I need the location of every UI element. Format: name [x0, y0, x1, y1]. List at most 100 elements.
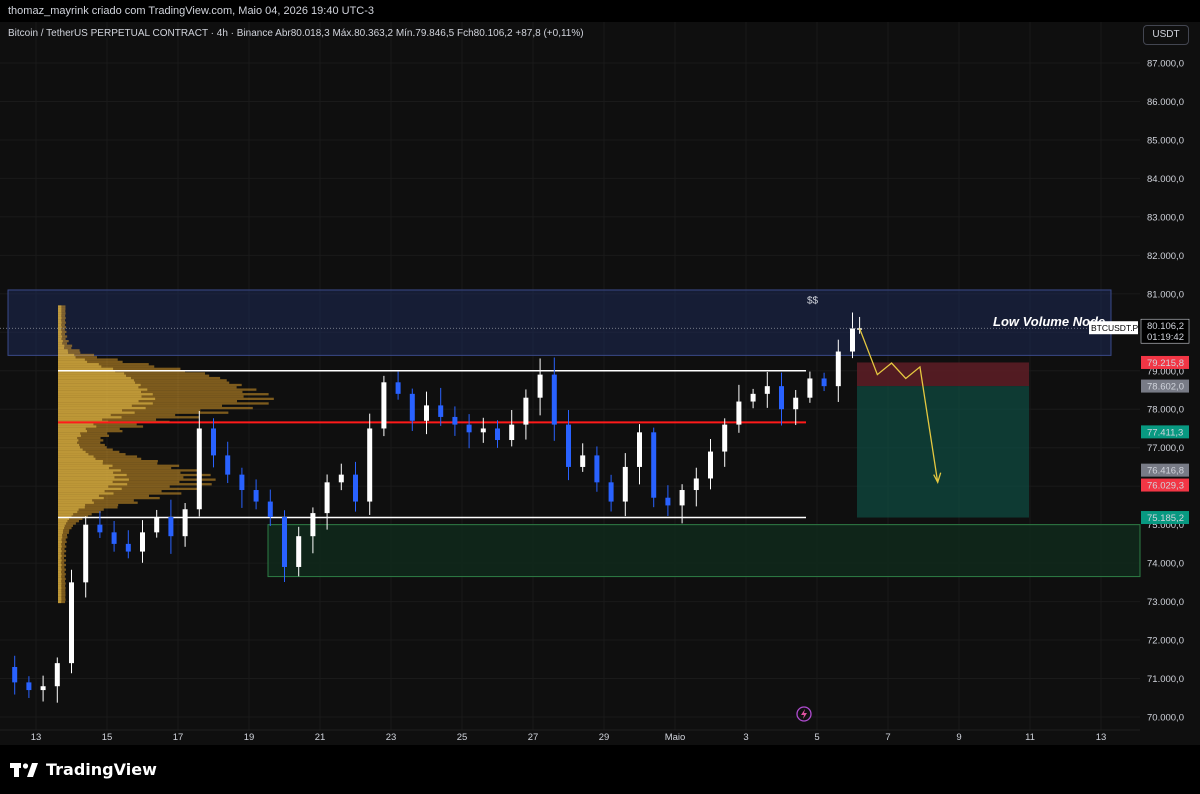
candle-bearish[interactable] [452, 416, 458, 425]
volume-profile-bar-value-area [58, 526, 65, 530]
candle-bullish[interactable] [40, 686, 46, 691]
candle-bearish[interactable] [239, 474, 245, 491]
chart-canvas[interactable]: Low Volume Node $$ 87.000,0 86.000,0 85.000,… [0, 0, 1200, 745]
candle-bullish[interactable] [637, 432, 642, 467]
candle-bearish[interactable] [395, 382, 401, 394]
candle-bearish[interactable] [211, 428, 216, 456]
volume-profile-bar-value-area [58, 351, 69, 354]
candle-bullish[interactable] [69, 582, 74, 664]
candle-bullish[interactable] [381, 382, 387, 429]
candle-bullish[interactable] [835, 351, 841, 387]
volume-profile-bar-value-area [58, 543, 62, 546]
price-tick-label: 84.000,0 [1147, 174, 1184, 185]
volume-profile-bar-value-area [58, 586, 62, 590]
candle-bearish[interactable] [566, 424, 571, 467]
candle-bearish[interactable] [168, 516, 174, 537]
candle-bearish[interactable] [495, 428, 500, 441]
close-label: Fch [457, 28, 474, 39]
candle-bullish[interactable] [367, 428, 373, 502]
candle-bullish[interactable] [296, 536, 302, 567]
countdown-text: 01:19:42 [1147, 332, 1184, 343]
candle-bearish[interactable] [466, 424, 472, 433]
candle-bearish[interactable] [111, 532, 117, 544]
candle-bearish[interactable] [821, 378, 827, 387]
time-tick-label: 29 [599, 732, 610, 743]
volume-profile-bar-value-area [58, 524, 65, 527]
candle-bullish[interactable] [182, 509, 188, 537]
volume-profile-bar-value-area [58, 464, 113, 467]
candle-bullish[interactable] [523, 397, 529, 425]
demand-zone[interactable] [267, 524, 1141, 578]
candle-bullish[interactable] [708, 451, 713, 479]
volume-profile-bar-value-area [58, 589, 62, 592]
volume-profile-bar-value-area [58, 388, 148, 391]
candle-bearish[interactable] [594, 455, 600, 483]
volume-profile-bar-value-area [58, 600, 62, 604]
volume-profile-bar-value-area [58, 390, 142, 394]
volume-profile-bar-value-area [58, 563, 62, 567]
volume-profile-bar-value-area [58, 358, 85, 361]
candle-bearish[interactable] [665, 497, 671, 506]
candle-bullish[interactable] [154, 516, 160, 533]
volume-profile-bar-value-area [58, 307, 62, 310]
candle-bullish[interactable] [480, 428, 486, 433]
candle-bearish[interactable] [225, 455, 231, 475]
price-tick-label: 86.000,0 [1147, 97, 1184, 108]
currency-button[interactable]: USDT [1143, 25, 1189, 45]
price-label-text: 77.411,3 [1147, 427, 1183, 438]
take-profit-zone[interactable] [857, 386, 1029, 518]
candle-bullish[interactable] [324, 482, 330, 514]
candle-bullish[interactable] [722, 424, 728, 452]
candle-bearish[interactable] [438, 405, 444, 417]
candle-bullish[interactable] [140, 532, 145, 552]
candle-bullish[interactable] [679, 490, 685, 506]
candle-bearish[interactable] [12, 666, 18, 683]
candle-bullish[interactable] [580, 455, 586, 467]
candle-bearish[interactable] [608, 482, 614, 502]
volume-profile-bar-value-area [58, 342, 63, 345]
volume-profile-bar-value-area [58, 598, 62, 601]
volume-profile-bar-value-area [58, 596, 62, 599]
candle-bullish[interactable] [424, 405, 429, 421]
candle-bearish[interactable] [551, 374, 557, 425]
candle-bearish[interactable] [779, 386, 784, 410]
volume-profile-bar-value-area [58, 395, 142, 398]
candle-bearish[interactable] [409, 393, 415, 421]
volume-profile-bar-value-area [58, 559, 62, 562]
candle-bearish[interactable] [282, 516, 287, 567]
candle-bullish[interactable] [850, 328, 855, 352]
candle-bullish[interactable] [750, 393, 756, 402]
volume-profile-bar-value-area [58, 430, 87, 433]
low-volume-node-label: Low Volume Node [993, 314, 1105, 329]
candle-bullish[interactable] [693, 478, 699, 491]
low-volume-node-zone[interactable] [7, 289, 1112, 356]
candle-bullish[interactable] [793, 397, 799, 410]
candle-bullish[interactable] [83, 524, 89, 583]
candle-bearish[interactable] [125, 543, 131, 552]
candle-bullish[interactable] [509, 424, 515, 441]
volume-profile-bar-value-area [58, 561, 61, 564]
candle-bearish[interactable] [267, 501, 273, 517]
candle-bullish[interactable] [338, 474, 344, 483]
candle-bullish[interactable] [537, 374, 543, 398]
volume-profile-bar-value-area [58, 423, 94, 426]
stop-loss-zone[interactable] [857, 362, 1029, 387]
candle-bullish[interactable] [310, 513, 316, 537]
candle-bullish[interactable] [764, 386, 770, 394]
candle-bullish[interactable] [54, 663, 60, 687]
symbol-name: Bitcoin / TetherUS PERPETUAL CONTRACT · … [8, 28, 273, 39]
candle-bullish[interactable] [622, 466, 628, 502]
candle-bullish[interactable] [736, 401, 742, 425]
candle-bearish[interactable] [253, 490, 259, 502]
candle-bearish[interactable] [353, 474, 358, 502]
candle-bullish[interactable] [807, 378, 813, 398]
volume-profile-bar-value-area [58, 584, 62, 587]
tradingview-logo[interactable]: TradingView [10, 760, 157, 779]
candle-bullish[interactable] [196, 428, 202, 510]
volume-profile-bar-value-area [58, 335, 63, 338]
candle-bearish[interactable] [26, 682, 32, 691]
volume-profile-bar-value-area [58, 552, 61, 555]
candle-bearish[interactable] [97, 524, 103, 533]
volume-profile-bar-value-area [58, 550, 62, 553]
candle-bearish[interactable] [651, 432, 657, 498]
